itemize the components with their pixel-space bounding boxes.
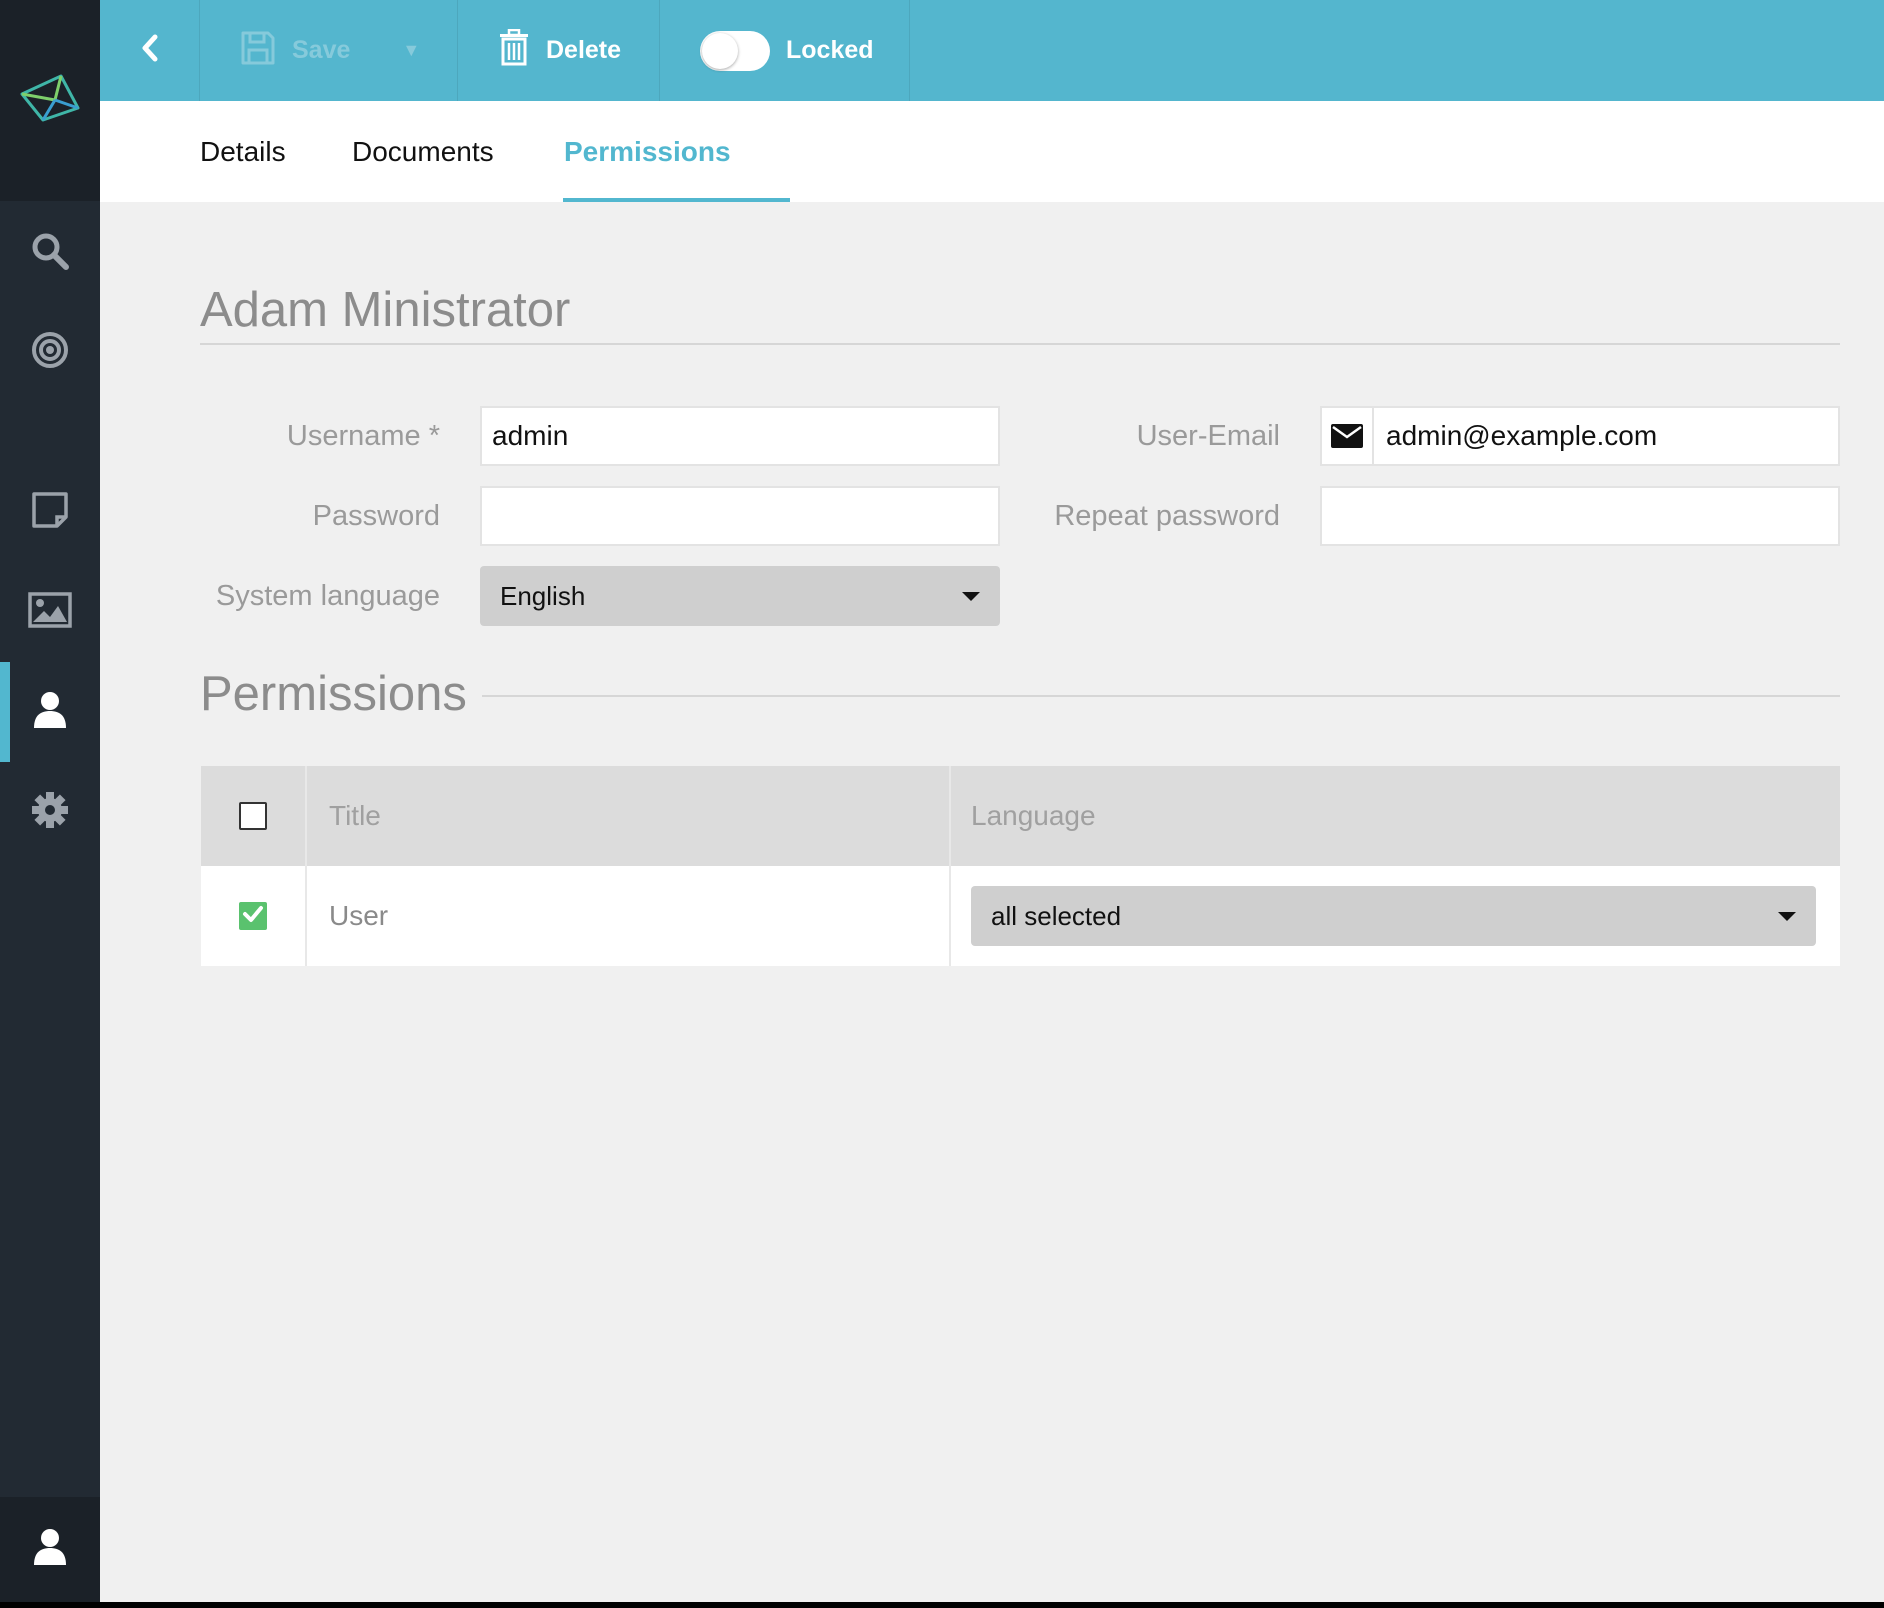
nav-assets[interactable] [0,562,100,662]
column-header-title: Title [329,800,381,831]
select-all-checkbox[interactable] [239,802,267,830]
app-window: Save ▼ Delete Locked Details Documents P… [0,0,1884,1602]
logo[interactable] [0,0,100,201]
chevron-down-icon [1778,911,1796,921]
delete-label: Delete [546,36,622,64]
password-label: Password [312,500,440,532]
nav-settings[interactable] [0,762,100,862]
locked-label: Locked [786,36,874,64]
system-language-label: System language [215,580,440,612]
row-title-cell: User [307,866,951,966]
tab-bar: Details Documents Permissions [100,101,1884,202]
row-language-value: all selected [991,900,1122,931]
system-language-select[interactable]: English [480,566,1000,626]
permissions-heading: Permissions [200,667,467,721]
sidebar [0,0,100,1602]
save-button[interactable]: Save ▼ [200,0,458,101]
email-input[interactable] [1374,408,1838,464]
tab-details[interactable]: Details [200,101,286,202]
save-label: Save [292,36,351,64]
permissions-table: Title Language User all selected [201,766,1840,966]
row-checkbox[interactable] [239,902,267,930]
table-header: Title Language [201,766,1840,866]
locked-toggle[interactable]: Locked [660,0,910,101]
gear-icon [31,791,69,834]
username-input[interactable] [480,406,1000,466]
username-label: Username * [286,420,440,452]
current-user-button[interactable] [0,1497,100,1602]
row-checkbox-cell [201,866,307,966]
nav-users[interactable] [0,662,100,762]
repeat-password-input[interactable] [1320,486,1840,546]
image-icon [28,591,72,633]
note-icon [31,491,69,534]
floppy-disk-icon [240,30,276,71]
toolbar: Save ▼ Delete Locked [100,0,1884,101]
delete-button[interactable]: Delete [458,0,660,101]
row-language-cell: all selected [951,866,1840,966]
target-icon [31,331,69,374]
header-language-cell: Language [951,766,1840,866]
tab-documents[interactable]: Documents [352,101,494,202]
email-field [1320,406,1840,466]
table-row: User all selected [201,866,1840,966]
chevron-down-icon [962,591,980,601]
password-input[interactable] [480,486,1000,546]
system-language-value: English [500,580,586,611]
repeat-password-label: Repeat password [1054,500,1280,532]
title-divider [200,343,1840,345]
row-language-select[interactable]: all selected [971,886,1816,946]
header-checkbox-cell [201,766,307,866]
header-title-cell: Title [307,766,951,866]
tab-permissions[interactable]: Permissions [564,101,731,202]
back-button[interactable] [100,0,200,101]
nav-target[interactable] [0,302,100,402]
user-icon [32,691,68,734]
email-label: User-Email [1136,420,1280,452]
column-header-language: Language [971,800,1096,831]
nav-documents[interactable] [0,462,100,562]
nav-search[interactable] [0,203,100,303]
envelope-icon [1322,408,1374,464]
row-title: User [329,900,389,931]
user-icon [32,1528,68,1571]
toggle-switch[interactable] [700,30,770,71]
permissions-divider [482,695,1840,697]
logo-icon [19,72,81,129]
search-icon [30,231,70,276]
page-title: Adam Ministrator [200,283,571,337]
save-dropdown-caret-icon[interactable]: ▼ [402,40,420,61]
chevron-left-icon [140,34,160,67]
trash-icon [498,28,530,72]
active-tab-indicator [563,198,790,202]
checkmark-icon [242,905,264,928]
toggle-knob [702,32,738,69]
